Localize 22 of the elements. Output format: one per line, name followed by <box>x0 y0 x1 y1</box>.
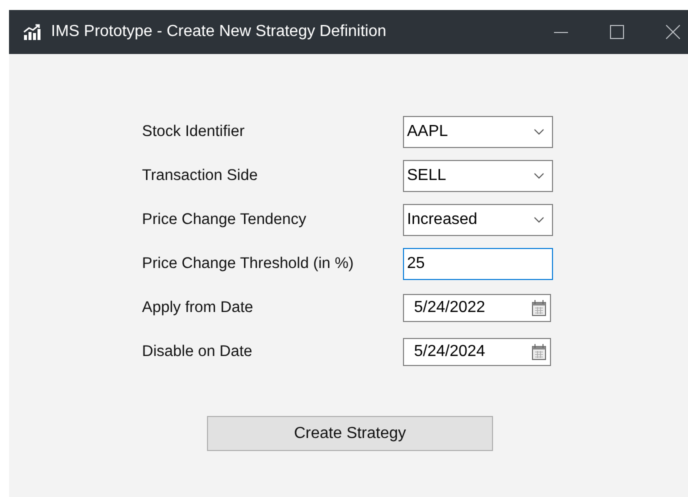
chevron-down-icon <box>534 173 544 179</box>
chevron-down-icon <box>534 217 544 223</box>
dropdown[interactable]: Increased <box>403 204 553 236</box>
field-label: Disable on Date <box>141 343 254 361</box>
field-label: Price Change Threshold (in %) <box>141 255 355 273</box>
field-label: Price Change Tendency <box>141 211 308 229</box>
chevron-down-icon <box>534 129 544 135</box>
input-field[interactable]: 25 <box>403 248 553 280</box>
chart-icon <box>23 24 41 40</box>
calendar-icon <box>532 300 546 316</box>
close-icon[interactable] <box>666 25 680 39</box>
calendar-icon <box>532 344 546 360</box>
dropdown[interactable]: AAPL <box>403 116 553 148</box>
field-label: Transaction Side <box>141 167 259 185</box>
create-strategy-button[interactable]: Create Strategy <box>207 416 493 451</box>
field-label: Apply from Date <box>141 299 254 317</box>
date-picker[interactable]: 5/24/2022 <box>403 294 551 322</box>
date-picker[interactable]: 5/24/2024 <box>403 338 551 366</box>
dropdown[interactable]: SELL <box>403 160 553 192</box>
field-label: Stock Identifier <box>141 123 246 141</box>
maximize-icon[interactable] <box>610 25 624 39</box>
window-title: IMS Prototype - Create New Strategy Definition <box>51 23 386 41</box>
